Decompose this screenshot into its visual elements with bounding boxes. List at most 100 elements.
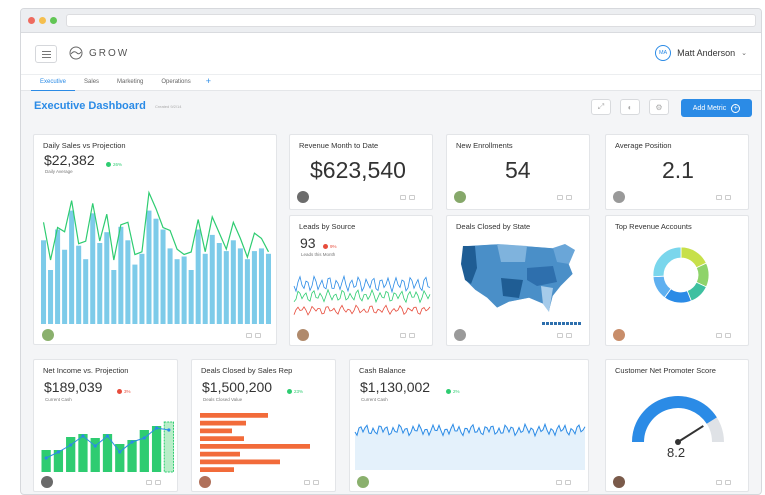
avatar: MA [655, 45, 672, 61]
card-daily-sales[interactable]: Daily Sales vs Projection $22,382 26% Da… [33, 134, 277, 345]
sales-rep-bar [200, 420, 246, 426]
footer-icons[interactable] [716, 195, 731, 200]
footer-icons[interactable] [716, 480, 731, 485]
top-revenue-chart [652, 246, 710, 304]
daily-sales-bar [48, 270, 54, 324]
leads-series-line [293, 274, 431, 294]
footer-icons[interactable] [400, 333, 415, 338]
close-dot-icon[interactable] [28, 17, 35, 24]
us-map-chart [460, 243, 576, 313]
gear-icon[interactable]: ⚙ [649, 99, 669, 115]
metric-value: 8.2 [667, 445, 686, 460]
metric-value: $623,540 [310, 157, 406, 183]
change-badge: 2% [446, 389, 460, 394]
card-deals-state[interactable]: Deals Closed by State [446, 215, 590, 346]
sales-rep-bar [200, 459, 280, 465]
minimize-dot-icon[interactable] [39, 17, 46, 24]
footer-icons[interactable] [716, 333, 731, 338]
daily-sales-bar [216, 243, 222, 324]
user-menu[interactable]: MA Matt Anderson ⌄ [655, 45, 747, 61]
daily-sales-bar [132, 264, 138, 324]
metric-value: 2.1 [662, 157, 694, 183]
avatar [297, 191, 309, 203]
footer-icons[interactable] [557, 195, 572, 200]
daily-sales-bar [230, 240, 236, 324]
daily-sales-bar [251, 251, 257, 324]
app-header: GROW MA Matt Anderson ⌄ [21, 33, 761, 75]
change-badge: 23% [287, 389, 303, 394]
menu-button[interactable] [35, 45, 57, 63]
daily-sales-bar [125, 240, 131, 324]
card-net-income[interactable]: Net Income vs. Projection $189,039 3% Cu… [33, 359, 178, 492]
footer-icons[interactable] [304, 480, 319, 485]
daily-sales-bar [244, 259, 250, 324]
metric-label: Leads this Month [301, 252, 336, 257]
card-average-position[interactable]: Average Position 2.1 [605, 134, 749, 210]
maximize-dot-icon[interactable] [50, 17, 57, 24]
metric-value: 54 [505, 157, 531, 183]
gauge-needle [677, 425, 704, 443]
avatar [42, 329, 54, 341]
daily-sales-bar [62, 249, 68, 324]
tab-marketing[interactable]: Marketing [108, 75, 152, 91]
avatar [613, 191, 625, 203]
card-enrollments[interactable]: New Enrollments 54 [446, 134, 590, 210]
card-revenue[interactable]: Revenue Month to Date $623,540 [289, 134, 433, 210]
metric-value: $1,130,002 [360, 379, 431, 395]
net-income-bar [151, 426, 162, 472]
daily-sales-bar [104, 232, 110, 324]
footer-icons[interactable] [146, 480, 161, 485]
card-top-revenue[interactable]: Top Revenue Accounts [605, 215, 749, 346]
daily-sales-bar [118, 226, 124, 324]
footer-icons[interactable] [400, 195, 415, 200]
sales-rep-bar [200, 436, 244, 441]
theme-toggle-icon[interactable]: ◐ [620, 99, 640, 115]
daily-sales-bar [153, 218, 159, 324]
add-metric-button[interactable]: Add Metric + [681, 99, 752, 117]
card-title: Top Revenue Accounts [615, 222, 692, 231]
tab-operations[interactable]: Operations [152, 75, 199, 91]
daily-sales-bar [188, 270, 194, 324]
metric-label: Deals Closed Value [203, 397, 243, 402]
card-nps[interactable]: Customer Net Promoter Score 8.2 [605, 359, 749, 492]
metric-label: Current Cash [45, 397, 72, 402]
footer-icons[interactable] [246, 333, 261, 338]
tab-bar: Executive Sales Marketing Operations + [21, 75, 761, 91]
footer-icons[interactable] [556, 480, 571, 485]
metric-label: Daily Average [45, 169, 73, 174]
change-badge: 3% [117, 389, 131, 394]
net-income-bar [139, 430, 149, 472]
tab-executive[interactable]: Executive [31, 75, 76, 91]
daily-sales-bar [160, 229, 166, 324]
daily-sales-bar [90, 213, 96, 324]
avatar [297, 329, 309, 341]
tab-sales[interactable]: Sales [75, 75, 108, 91]
daily-sales-bar [237, 248, 243, 324]
page-subtitle: Created 9/2/14 [155, 104, 182, 109]
card-title: Deals Closed by Sales Rep [201, 366, 293, 375]
metric-value: $189,039 [44, 379, 103, 395]
change-badge: 26% [106, 162, 122, 167]
card-cash-balance[interactable]: Cash Balance $1,130,002 2% Current Cash [349, 359, 589, 492]
card-leads[interactable]: Leads by Source 93 9% Leads this Month [289, 215, 433, 346]
net-income-bar [78, 434, 88, 472]
sales-rep-bar [200, 467, 234, 472]
add-metric-label: Add Metric [692, 104, 727, 112]
avatar [454, 191, 466, 203]
card-title: Net Income vs. Projection [43, 366, 129, 375]
avatar [454, 329, 466, 341]
expand-icon[interactable]: ⤢ [591, 99, 611, 115]
daily-sales-chart [41, 190, 271, 324]
card-title: Revenue Month to Date [299, 141, 379, 150]
user-name: Matt Anderson [677, 48, 736, 58]
logo[interactable]: GROW [69, 46, 129, 60]
footer-icons[interactable] [557, 333, 572, 338]
leads-chart [293, 274, 431, 316]
daily-sales-bar [111, 270, 117, 324]
card-deals-rep[interactable]: Deals Closed by Sales Rep $1,500,200 23%… [191, 359, 336, 492]
add-tab-icon[interactable]: + [200, 75, 219, 91]
sales-rep-bar [200, 428, 232, 434]
chevron-down-icon: ⌄ [741, 50, 747, 57]
avatar [613, 476, 625, 488]
address-bar[interactable] [66, 14, 756, 27]
